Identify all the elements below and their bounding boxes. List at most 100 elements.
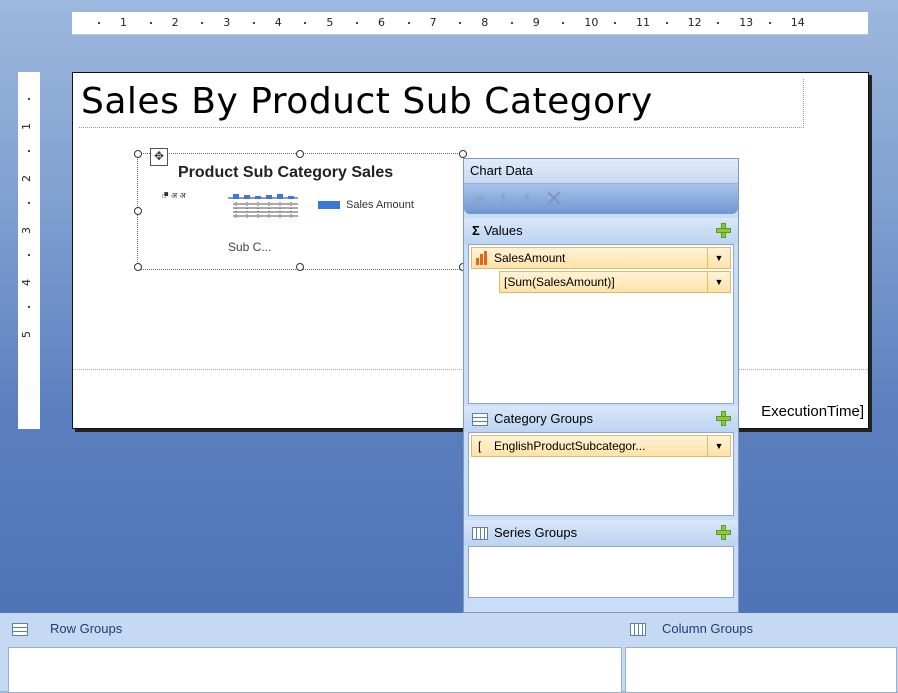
ruler-number: 11 (636, 16, 650, 29)
chart-data-header: Chart Data (464, 159, 738, 183)
column-groups-header: Column Groups (630, 613, 753, 645)
resize-handle[interactable] (296, 150, 304, 158)
ruler-tick (356, 22, 358, 24)
axis-tick-label: ⮻ अ अ (162, 191, 187, 200)
values-list: SalesAmount ▼ [Sum(SalesAmount)] ▼ (468, 244, 734, 404)
chart-data-toolbar: ▣ ⬇ ⬆ ✕ (464, 183, 738, 214)
category-groups-label: Category Groups (494, 411, 593, 426)
row-groups-header: Row Groups (12, 613, 122, 645)
delete-icon[interactable]: ✕ (545, 188, 563, 210)
add-category-icon[interactable] (716, 411, 731, 426)
ruler-number: 14 (790, 16, 805, 29)
ruler-tick (768, 22, 771, 24)
values-label: Values (483, 223, 523, 238)
ruler-tick (252, 22, 255, 24)
ruler-number: 3 (20, 227, 33, 234)
chart-bar (244, 195, 250, 199)
value-field-label: SalesAmount (494, 251, 566, 265)
ruler-tick (717, 22, 720, 24)
ruler-number: 4 (20, 279, 33, 286)
chart-plot-area: ⮻ अ अ (162, 191, 298, 218)
ruler-tick (28, 254, 30, 256)
category-tick-labels (233, 202, 298, 218)
series-groups-icon (472, 527, 488, 541)
chart-bar (255, 196, 261, 199)
add-series-icon[interactable] (716, 525, 731, 540)
column-groups-list[interactable] (625, 647, 897, 693)
ruler-tick (665, 22, 668, 24)
chart-bar (233, 194, 239, 199)
ruler-tick (510, 22, 513, 24)
resize-handle[interactable] (459, 150, 467, 158)
sigma-icon: Σ (472, 223, 480, 238)
resize-handle[interactable] (134, 207, 142, 215)
category-field-row[interactable]: [ EnglishProductSubcategor... ▼ (471, 435, 731, 457)
ruler-number: 13 (739, 16, 754, 29)
series-groups-list (468, 546, 734, 598)
category-groups-icon (472, 413, 488, 427)
value-expression-row[interactable]: [Sum(SalesAmount)] ▼ (499, 271, 731, 293)
ruler-number: 5 (326, 16, 334, 29)
ruler-tick (149, 22, 152, 24)
value-field-row[interactable]: SalesAmount ▼ (471, 247, 731, 269)
grouping-pane: Row Groups Column Groups (0, 613, 898, 693)
ruler-number: 9 (532, 16, 540, 29)
ruler-tick (407, 22, 410, 24)
ruler-number: 7 (429, 16, 437, 29)
bar-chart-icon (476, 251, 490, 265)
category-field-label: EnglishProductSubcategor... (494, 439, 646, 453)
ruler-number: 6 (378, 16, 385, 29)
chart-bar (288, 196, 294, 199)
move-down-icon[interactable]: ⬇ (497, 191, 509, 208)
column-groups-label: Column Groups (662, 621, 754, 636)
category-axis-label: Sub C... (228, 240, 272, 254)
chevron-down-icon[interactable]: ▼ (707, 248, 730, 268)
ruler-tick (28, 202, 30, 204)
chart-legend: Sales Amount (318, 199, 414, 211)
ruler-number: 4 (274, 16, 282, 29)
bracket-icon: [ (478, 439, 482, 453)
ruler-tick (614, 22, 616, 24)
move-handle-icon[interactable]: ✥ (150, 148, 168, 166)
ruler-number: 10 (584, 16, 599, 29)
horizontal-ruler: 1 2 3 4 5 6 7 8 9 10 11 12 13 14 (72, 12, 868, 35)
add-value-icon[interactable] (716, 223, 731, 238)
ruler-number: 2 (171, 16, 179, 29)
resize-handle[interactable] (134, 150, 142, 158)
ruler-tick (304, 22, 307, 24)
column-groups-icon (630, 623, 646, 637)
resize-handle[interactable] (296, 263, 304, 271)
chevron-down-icon[interactable]: ▼ (707, 272, 730, 292)
ruler-tick (98, 22, 100, 24)
ruler-tick (28, 98, 30, 100)
move-up-icon[interactable]: ⬆ (521, 191, 533, 208)
ruler-tick (28, 150, 30, 152)
chart-bar (266, 195, 272, 199)
ruler-number: 3 (223, 16, 231, 29)
resize-handle[interactable] (134, 263, 142, 271)
values-section-header: Σ Values (464, 218, 738, 244)
chart-region[interactable]: ✥ Product Sub Category Sales ⮻ अ अ Sales… (134, 148, 467, 271)
category-groups-header: Category Groups (464, 406, 738, 432)
chart-title: Product Sub Category Sales (178, 164, 394, 181)
ruler-number: 1 (20, 123, 33, 130)
row-groups-list[interactable] (8, 647, 622, 693)
legend-label: Sales Amount (346, 199, 414, 211)
value-expression-label: [Sum(SalesAmount)] (504, 275, 615, 289)
legend-swatch (318, 201, 340, 210)
ruler-number: 8 (481, 16, 489, 29)
row-groups-icon (12, 623, 28, 637)
category-groups-list: [ EnglishProductSubcategor... ▼ (468, 432, 734, 516)
row-groups-label: Row Groups (50, 621, 123, 636)
chevron-down-icon[interactable]: ▼ (707, 436, 730, 456)
ruler-tick (28, 306, 30, 308)
ruler-tick (562, 22, 565, 24)
report-title-textbox[interactable]: Sales By Product Sub Category (79, 79, 804, 128)
ruler-number: 1 (120, 16, 127, 29)
chart-bar (277, 194, 283, 199)
properties-icon[interactable]: ▣ (472, 191, 485, 208)
series-groups-header: Series Groups (464, 520, 738, 546)
vertical-ruler: 1 2 3 4 5 (18, 72, 40, 429)
ruler-number: 2 (20, 175, 33, 182)
execution-time-textbox[interactable]: ExecutionTime] (761, 403, 864, 420)
